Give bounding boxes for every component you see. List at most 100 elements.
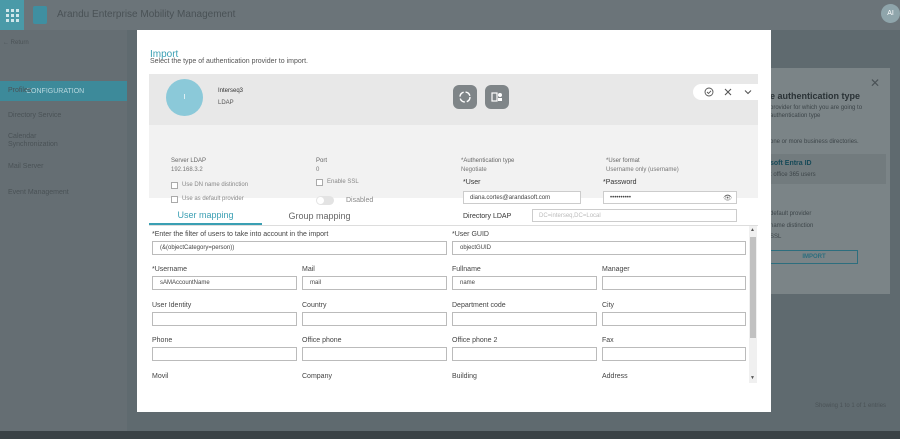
apps-grid-button[interactable] bbox=[0, 0, 24, 30]
sidebar-item-calendar[interactable]: Calendar Synchronization bbox=[8, 133, 58, 149]
provider-option-label[interactable]: soft Entra ID bbox=[770, 160, 812, 167]
option-text: name distinction bbox=[770, 223, 814, 229]
provider-card-header: I Interseq3 LDAP bbox=[149, 74, 758, 125]
sidebar-item-event-management[interactable]: Event Management bbox=[8, 189, 69, 196]
sidebar-item-mail-server[interactable]: Mail Server bbox=[8, 163, 43, 170]
ssl-checkbox[interactable] bbox=[316, 179, 323, 186]
provider-option-sub: t office 365 users bbox=[770, 172, 816, 178]
close-icon[interactable] bbox=[723, 87, 733, 97]
field-label: Mail bbox=[302, 266, 315, 273]
provider-type: LDAP bbox=[218, 100, 234, 106]
user-guid-input[interactable]: objectGUID bbox=[452, 241, 746, 255]
users-button[interactable] bbox=[485, 85, 509, 109]
avatar[interactable]: AI bbox=[881, 4, 900, 23]
option-text: SSL bbox=[770, 234, 782, 240]
field-label: Manager bbox=[602, 266, 630, 273]
provider-option[interactable] bbox=[766, 154, 886, 184]
dn-distinction-checkbox[interactable] bbox=[171, 182, 178, 189]
field-label: Office phone 2 bbox=[452, 337, 498, 344]
port-value: 0 bbox=[316, 167, 320, 173]
scroll-down-icon[interactable]: ▼ bbox=[750, 375, 755, 381]
check-icon[interactable] bbox=[704, 87, 714, 97]
user-format-value: Username only (username) bbox=[606, 167, 679, 173]
ssl-toggle[interactable] bbox=[316, 196, 334, 205]
tab-group-mapping[interactable]: Group mapping bbox=[267, 207, 372, 225]
panel-import-button[interactable]: IMPORT bbox=[770, 250, 858, 264]
toggle-state: Disabled bbox=[346, 197, 374, 204]
card-actions bbox=[693, 84, 758, 100]
sidebar: ← Return CONFIGURATION Profiles Director… bbox=[0, 30, 127, 439]
grid-icon bbox=[5, 8, 19, 22]
server-value: 192.168.3.2 bbox=[171, 167, 203, 173]
option-text: default provider bbox=[770, 211, 812, 217]
auth-type-value: Negotiate bbox=[461, 167, 487, 173]
scroll-up-icon[interactable]: ▲ bbox=[750, 227, 755, 233]
bottom-bar bbox=[0, 431, 900, 439]
field-label: *Enter the filter of users to take into … bbox=[152, 231, 329, 238]
top-bar: Arandu Enterprise Mobility Management AI bbox=[0, 0, 900, 30]
ssl-label: Enable SSL bbox=[327, 179, 359, 185]
manager-input[interactable] bbox=[602, 276, 746, 290]
user-identity-input[interactable] bbox=[152, 312, 297, 326]
auth-type-label: *Authentication type bbox=[461, 158, 515, 164]
user-filter-input[interactable]: (&(objectCategory=person)) bbox=[152, 241, 447, 255]
office-phone-input[interactable] bbox=[302, 347, 447, 361]
form-scrollbar[interactable]: ▲ ▼ bbox=[749, 226, 757, 383]
user-mapping-form: *Enter the filter of users to take into … bbox=[149, 226, 758, 383]
sync-icon bbox=[459, 91, 471, 103]
dialog-subtitle: Select the type of authentication provid… bbox=[150, 58, 308, 65]
port-label: Port bbox=[316, 158, 328, 164]
return-link[interactable]: ← Return bbox=[3, 40, 29, 46]
field-label: Address bbox=[602, 373, 628, 380]
password-input[interactable]: •••••••••• 👁 bbox=[603, 191, 737, 204]
field-label: Company bbox=[302, 373, 332, 380]
field-label: Movil bbox=[152, 373, 169, 380]
password-value: •••••••••• bbox=[610, 194, 632, 201]
import-dialog: Import Select the type of authentication… bbox=[137, 30, 771, 412]
users-icon bbox=[491, 92, 502, 102]
tab-user-mapping[interactable]: User mapping bbox=[149, 207, 262, 225]
directory-ldap-input[interactable]: DC=interseq,DC=Local bbox=[532, 209, 737, 222]
provider-card: I Interseq3 LDAP Server LDAP 192.168.3.2… bbox=[149, 74, 758, 222]
auth-type-panel: ✕ e authentication type provider for whi… bbox=[758, 68, 890, 294]
app-title: Arandu Enterprise Mobility Management bbox=[57, 9, 236, 20]
sidebar-item-profiles[interactable]: Profiles bbox=[8, 87, 31, 94]
directory-ldap-label: Directory LDAP bbox=[463, 213, 512, 220]
field-label: User Identity bbox=[152, 302, 192, 309]
default-provider-checkbox[interactable] bbox=[171, 196, 178, 203]
user-input[interactable]: diana.cortes@arandasoft.com bbox=[463, 191, 581, 204]
panel-text: one or more business directories. bbox=[770, 139, 859, 145]
sync-button[interactable] bbox=[453, 85, 477, 109]
dn-distinction-label: Use DN name distinction bbox=[182, 182, 249, 188]
phone-input[interactable] bbox=[152, 347, 297, 361]
close-icon[interactable]: ✕ bbox=[870, 76, 880, 90]
fullname-input[interactable]: name bbox=[452, 276, 597, 290]
country-input[interactable] bbox=[302, 312, 447, 326]
sidebar-item-directory-service[interactable]: Directory Service bbox=[8, 112, 61, 119]
panel-title: e authentication type bbox=[770, 91, 861, 101]
field-label: *User GUID bbox=[452, 231, 489, 238]
office-phone-2-input[interactable] bbox=[452, 347, 597, 361]
field-label: Building bbox=[452, 373, 477, 380]
mail-input[interactable]: mail bbox=[302, 276, 447, 290]
chevron-down-icon[interactable] bbox=[743, 87, 753, 97]
fax-input[interactable] bbox=[602, 347, 746, 361]
user-format-label: *User format bbox=[606, 158, 640, 164]
field-label: Phone bbox=[152, 337, 173, 344]
field-label: *Username bbox=[152, 266, 188, 273]
scrollbar-thumb[interactable] bbox=[750, 237, 756, 338]
default-provider-label: Use as default provider bbox=[182, 196, 244, 202]
provider-name: Interseq3 bbox=[218, 88, 244, 94]
password-label: *Password bbox=[603, 179, 637, 186]
username-input[interactable]: sAMAccountName bbox=[152, 276, 297, 290]
entries-footer: Showing 1 to 1 of 1 entries bbox=[815, 403, 887, 409]
user-label: *User bbox=[463, 179, 481, 186]
panel-text: provider for which you are going to bbox=[770, 105, 863, 111]
eye-icon[interactable]: 👁 bbox=[723, 194, 732, 202]
app-logo bbox=[33, 6, 47, 24]
department-code-input[interactable] bbox=[452, 312, 597, 326]
field-label: Country bbox=[302, 302, 327, 309]
field-label: Office phone bbox=[302, 337, 342, 344]
city-input[interactable] bbox=[602, 312, 746, 326]
field-label: Fax bbox=[602, 337, 614, 344]
